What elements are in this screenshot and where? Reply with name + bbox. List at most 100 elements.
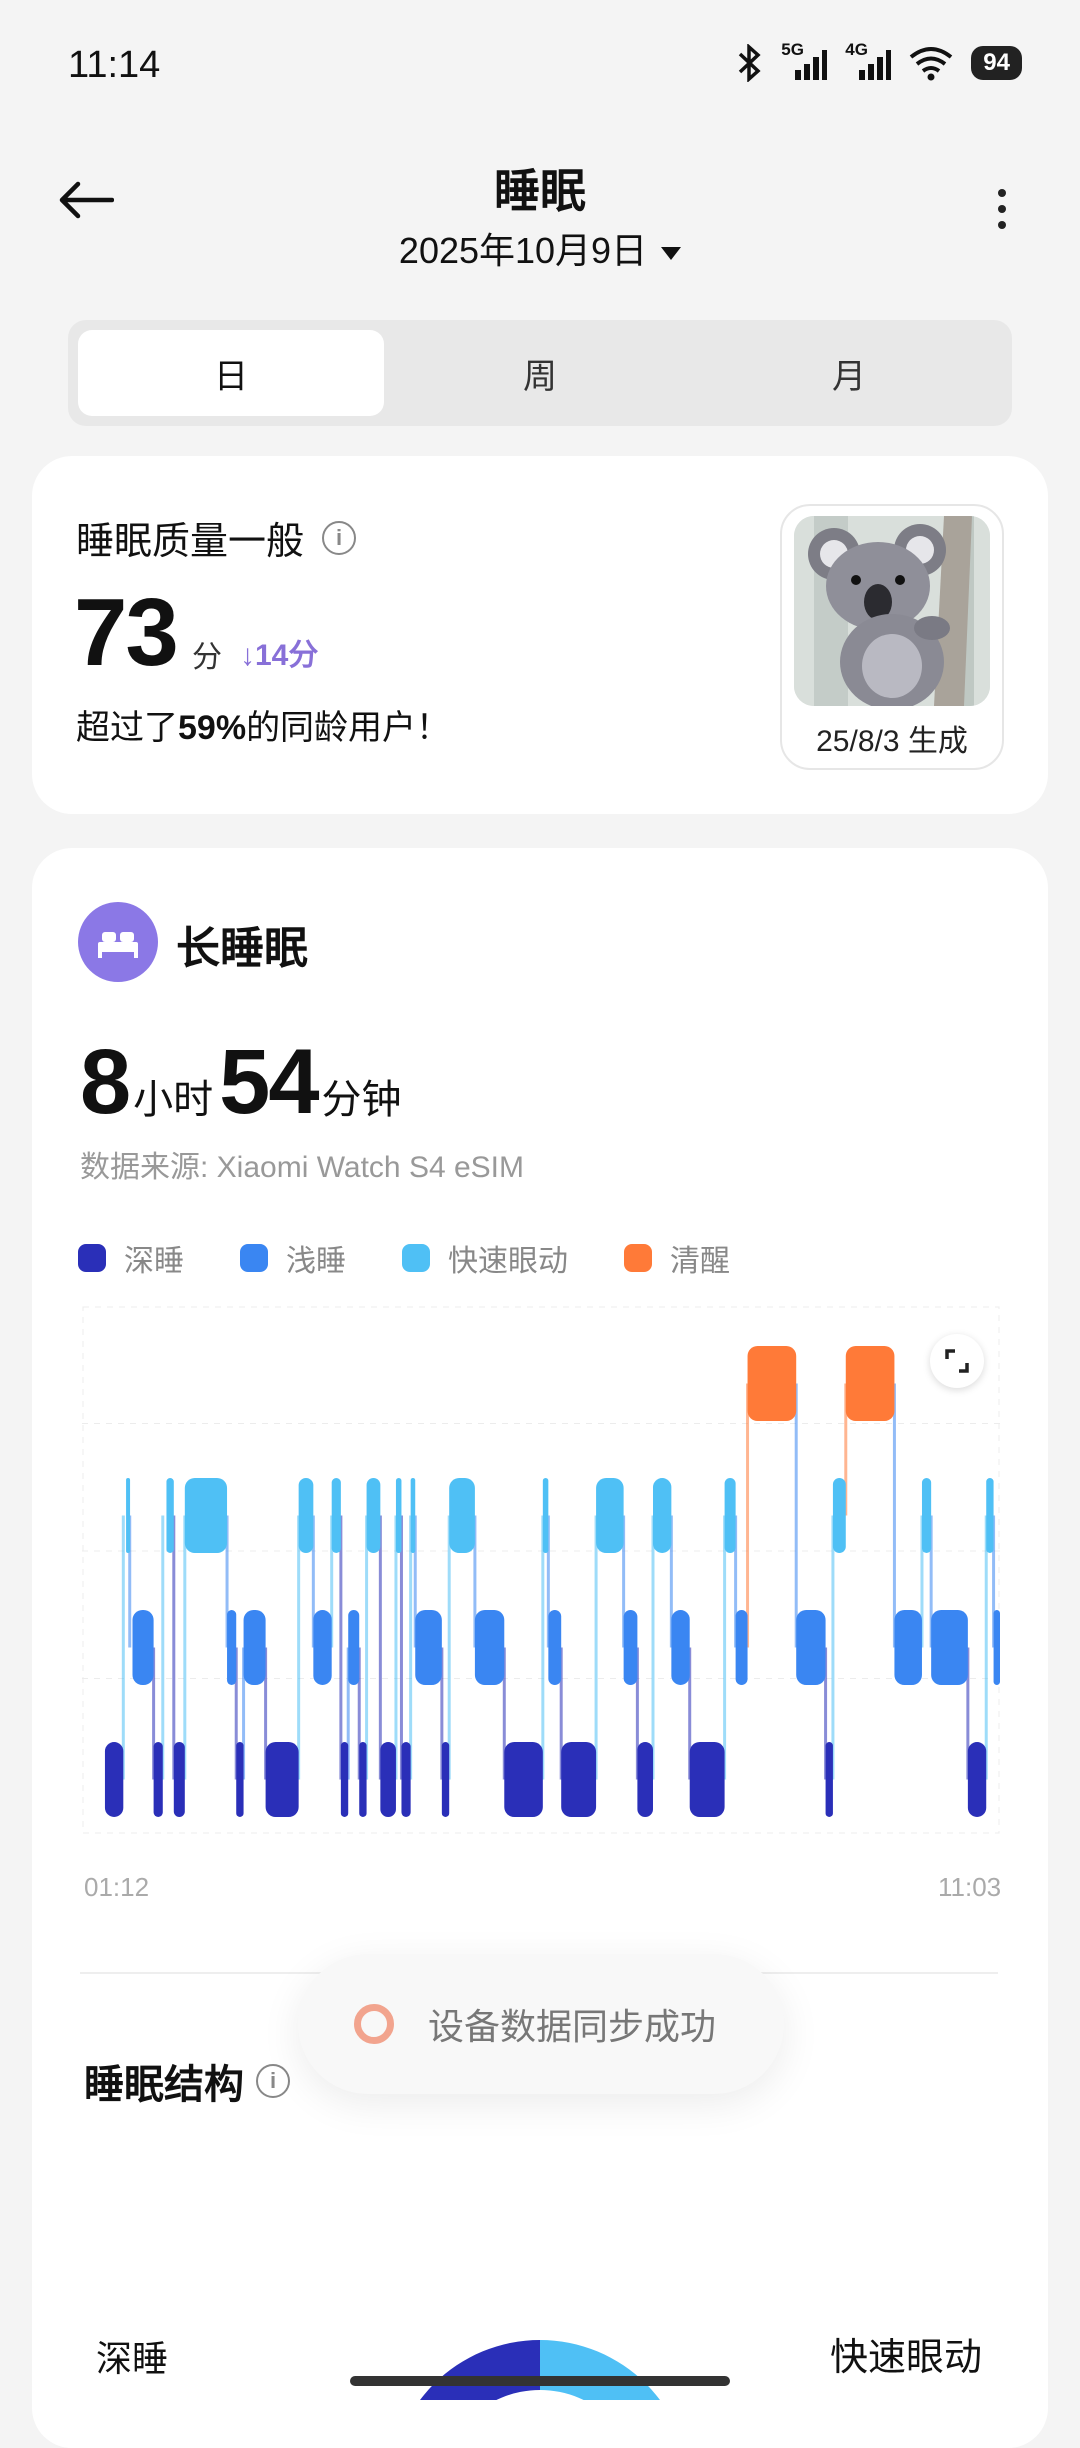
date-selector[interactable]: 2025年10月9日 bbox=[0, 222, 1080, 274]
stage-segment-light bbox=[243, 1610, 266, 1685]
stage-segment-rem bbox=[366, 1478, 381, 1553]
stage-segment-light bbox=[313, 1610, 332, 1685]
stage-segment-rem bbox=[542, 1478, 549, 1553]
bed-icon bbox=[78, 902, 158, 982]
stage-segment-deep bbox=[340, 1742, 349, 1817]
structure-title-text: 睡眠结构 bbox=[84, 2063, 244, 2107]
stage-segment-light bbox=[796, 1610, 826, 1685]
tab-week[interactable]: 周 bbox=[387, 330, 693, 416]
expand-icon bbox=[945, 1349, 969, 1373]
structure-label-rem: 快速眼动 bbox=[830, 2337, 983, 2379]
sleep-type: 长睡眠 bbox=[176, 924, 308, 973]
stage-segment-rem bbox=[331, 1478, 341, 1553]
stage-segment-light bbox=[474, 1610, 505, 1685]
stage-segment-light bbox=[548, 1610, 562, 1685]
bluetooth-icon bbox=[739, 44, 761, 82]
stage-segment-rem bbox=[652, 1478, 672, 1553]
stage-segment-light bbox=[227, 1610, 237, 1685]
battery-level: 94 bbox=[971, 46, 1022, 80]
stage-segment-deep bbox=[441, 1742, 450, 1817]
stage-segment-deep bbox=[504, 1742, 543, 1817]
duration-hours: 8 bbox=[80, 1031, 131, 1133]
quality-change-value: 14分 bbox=[255, 639, 319, 672]
koala-caption: 25/8/3 生成 bbox=[816, 725, 968, 758]
koala-image bbox=[794, 516, 990, 706]
stage-segment-deep bbox=[401, 1742, 411, 1817]
quality-score: 73 bbox=[74, 579, 179, 686]
stage-segment-deep bbox=[825, 1742, 833, 1817]
compare-suffix: 的同龄用户！ bbox=[246, 709, 451, 747]
sync-toast: 设备数据同步成功 bbox=[298, 1954, 784, 2094]
expand-chart-button[interactable] bbox=[930, 1334, 984, 1388]
koala-card[interactable]: 25/8/3 生成 bbox=[780, 504, 1004, 770]
stage-segment-deep bbox=[967, 1742, 987, 1817]
legend-swatch bbox=[402, 1244, 430, 1272]
arrow-down-icon: ↓ bbox=[240, 639, 255, 672]
stage-segment-light bbox=[415, 1610, 442, 1685]
stage-segment-rem bbox=[724, 1478, 736, 1553]
stage-segment-light bbox=[671, 1610, 690, 1685]
caret-down-icon bbox=[661, 246, 682, 260]
stage-segment-deep bbox=[153, 1742, 163, 1817]
more-options-button[interactable] bbox=[990, 185, 1014, 235]
tab-month[interactable]: 月 bbox=[696, 330, 1002, 416]
legend-light: 浅睡 bbox=[240, 1236, 346, 1280]
stage-segment-light bbox=[132, 1610, 154, 1685]
quality-label: 睡眠质量一般 bbox=[76, 521, 305, 563]
stage-segment-awake bbox=[845, 1346, 895, 1421]
legend-deep: 深睡 bbox=[78, 1236, 184, 1280]
stage-segment-light bbox=[348, 1610, 360, 1685]
stage-segment-rem bbox=[832, 1478, 846, 1553]
home-indicator[interactable] bbox=[350, 2376, 730, 2386]
stage-segment-light bbox=[623, 1610, 638, 1685]
legend-label: 深睡 bbox=[124, 1245, 184, 1278]
status-time: 11:14 bbox=[68, 44, 161, 86]
date-label: 2025年10月9日 bbox=[398, 230, 648, 271]
legend-awake: 清醒 bbox=[624, 1236, 730, 1280]
stage-segment-deep bbox=[173, 1742, 185, 1817]
structure-donut bbox=[370, 2330, 710, 2400]
legend-swatch bbox=[240, 1244, 268, 1272]
quality-change: ↓14分 bbox=[240, 630, 318, 674]
sleep-stage-svg bbox=[82, 1306, 1000, 1834]
axis-start-time: 01:12 bbox=[84, 1872, 150, 1902]
duration-minutes-unit: 分钟 bbox=[321, 1078, 402, 1122]
legend-swatch bbox=[624, 1244, 652, 1272]
duration-minutes: 54 bbox=[219, 1031, 319, 1133]
stage-segment-deep bbox=[637, 1742, 653, 1817]
stage-segment-deep bbox=[380, 1742, 396, 1817]
axis-end-time: 11:03 bbox=[938, 1872, 1002, 1902]
quality-label-row: 睡眠质量一般 i bbox=[76, 510, 357, 565]
stage-segment-rem bbox=[986, 1478, 994, 1553]
stage-segment-rem bbox=[410, 1478, 416, 1553]
info-icon[interactable]: i bbox=[322, 520, 357, 555]
legend-swatch bbox=[78, 1244, 106, 1272]
stage-segment-rem bbox=[921, 1478, 932, 1553]
wifi-icon bbox=[910, 47, 953, 81]
stage-segment-rem bbox=[395, 1478, 402, 1553]
stage-segment-light bbox=[894, 1610, 922, 1685]
stage-segment-light bbox=[993, 1610, 1000, 1685]
stage-segment-rem bbox=[126, 1478, 131, 1553]
data-source: 数据来源: Xiaomi Watch S4 eSIM bbox=[80, 1151, 524, 1184]
tab-day[interactable]: 日 bbox=[78, 330, 384, 416]
sleep-stage-chart[interactable] bbox=[82, 1306, 1000, 1834]
sync-ring-icon bbox=[354, 2004, 394, 2044]
sleep-duration: 8 小时 54 分钟 bbox=[80, 1030, 408, 1135]
stage-segment-awake bbox=[747, 1346, 797, 1421]
compare-prefix: 超过了 bbox=[76, 709, 178, 747]
legend-label: 清醒 bbox=[670, 1245, 730, 1278]
signal-4g-icon: 4G bbox=[845, 40, 892, 82]
stage-segment-light bbox=[735, 1610, 748, 1685]
compare-percent: 59% bbox=[178, 709, 247, 747]
chart-legend: 深睡 浅睡 快速眼动 清醒 bbox=[78, 1236, 786, 1280]
stage-segment-deep bbox=[265, 1742, 299, 1817]
status-icons: 5G 4G 94 bbox=[737, 40, 1022, 82]
toast-message: 设备数据同步成功 bbox=[428, 2006, 717, 2047]
legend-label: 浅睡 bbox=[286, 1245, 346, 1278]
page-title: 睡眠 bbox=[494, 165, 586, 217]
info-icon[interactable]: i bbox=[256, 2064, 290, 2098]
more-dot-icon bbox=[998, 221, 1006, 229]
legend-label: 快速眼动 bbox=[448, 1245, 568, 1278]
more-dot-icon bbox=[998, 205, 1006, 213]
